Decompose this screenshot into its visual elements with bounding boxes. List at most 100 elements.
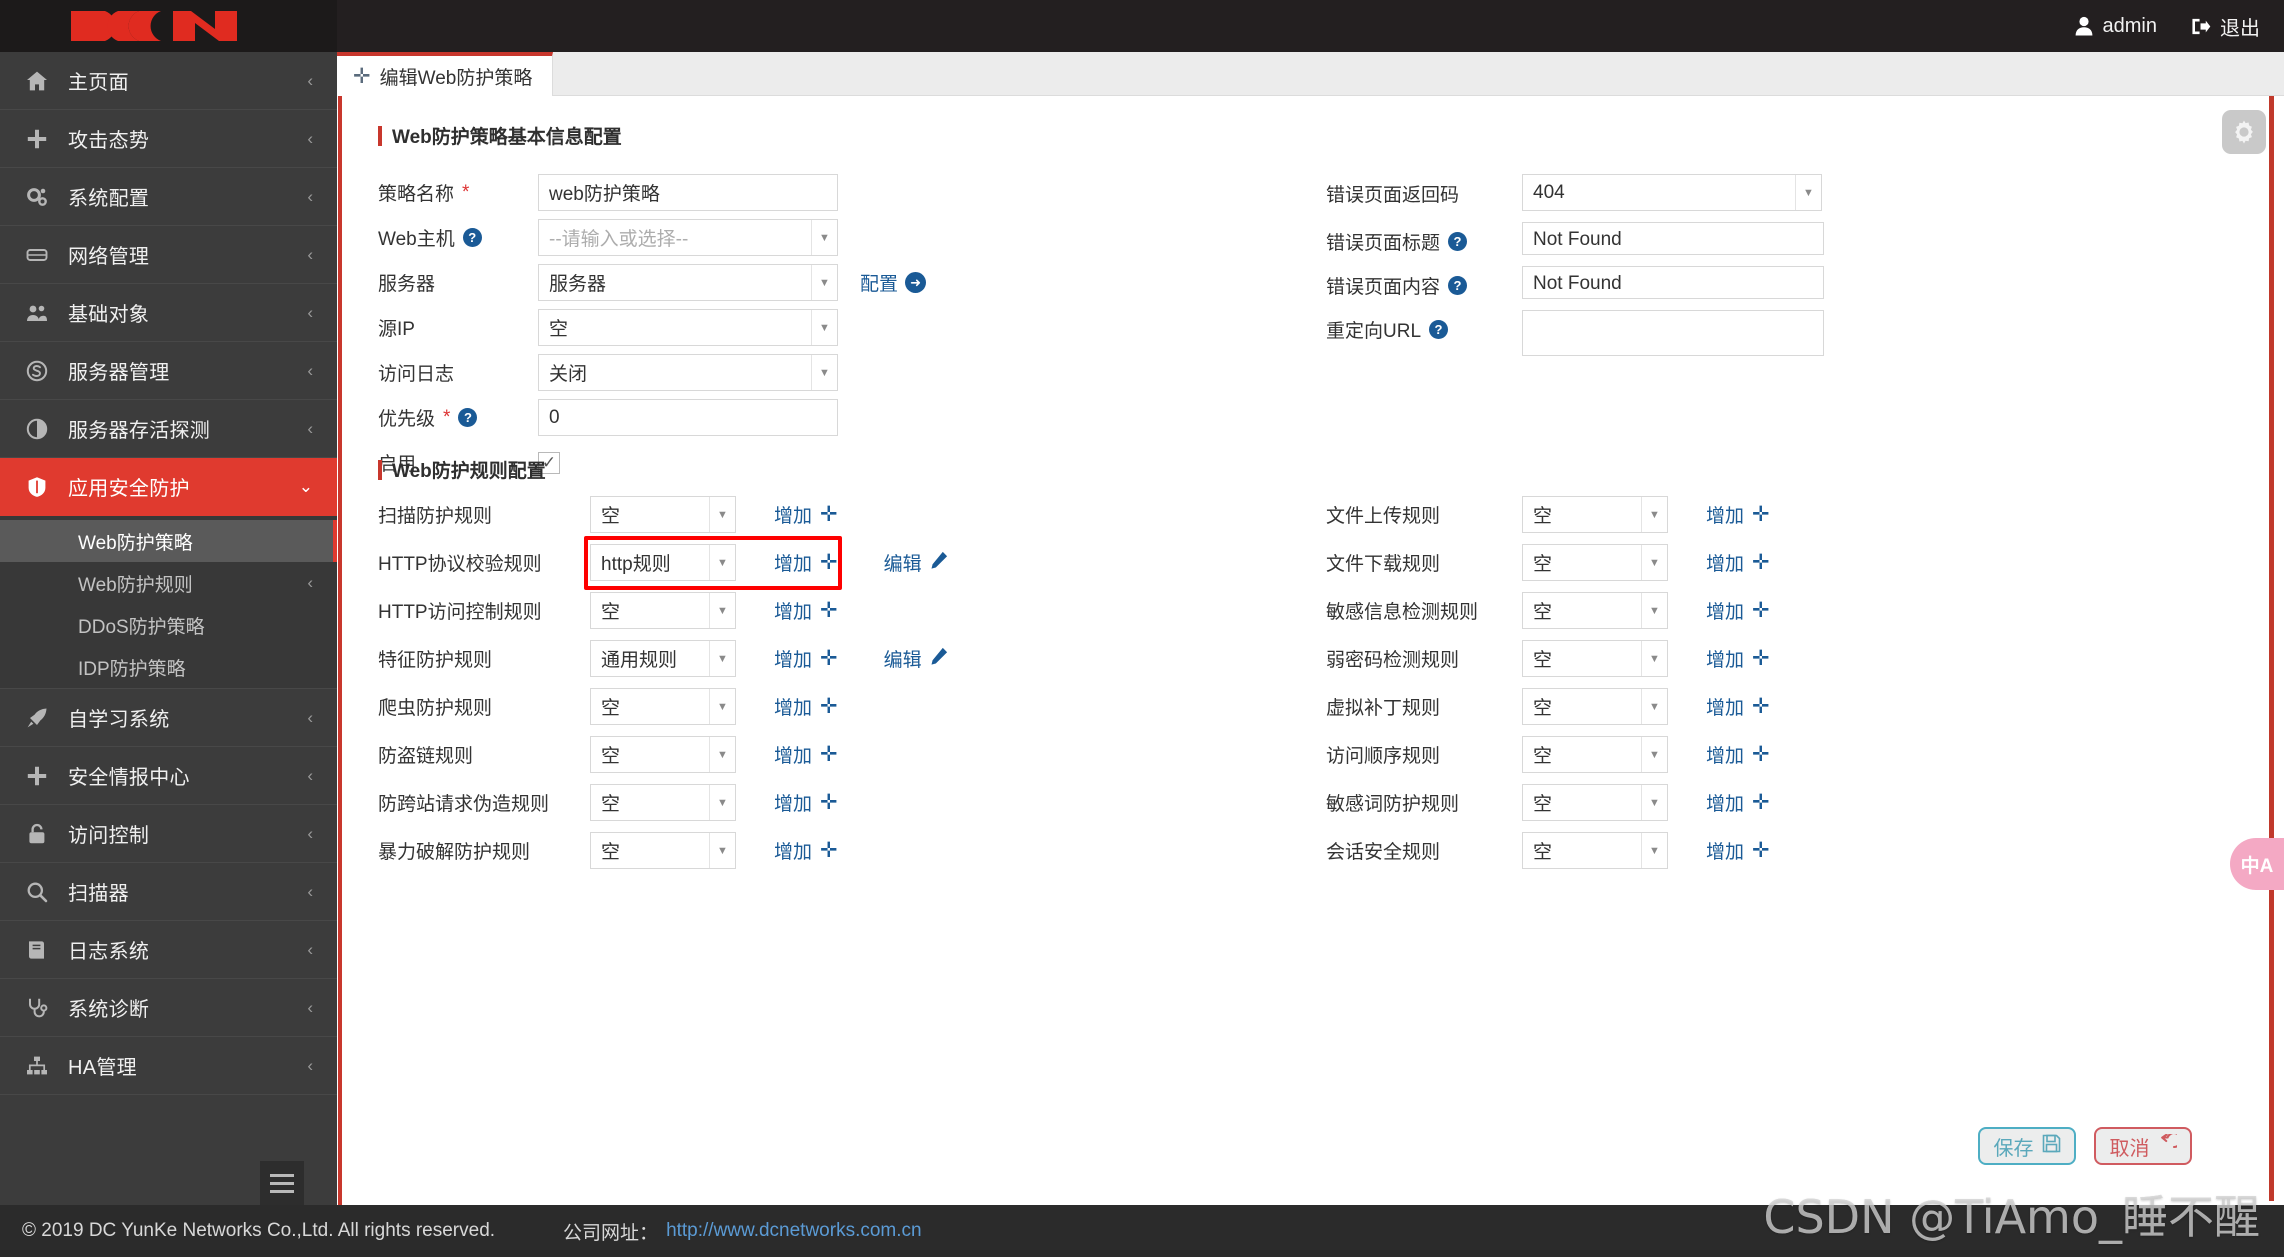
chevron-icon: ‹ bbox=[307, 1056, 313, 1075]
basic-section-title-text: Web防护策略基本信息配置 bbox=[392, 127, 622, 148]
sidebar-collapse-button[interactable] bbox=[260, 1161, 304, 1205]
gear-icon[interactable] bbox=[2222, 110, 2266, 154]
rule-add-link-6[interactable]: 增加 ✛ bbox=[774, 789, 838, 816]
sidebar-item-6[interactable]: 服务器存活探测 ‹ bbox=[0, 400, 337, 458]
sidebar-item-9[interactable]: 安全情报中心 ‹ bbox=[0, 747, 337, 805]
rule-add-link-2[interactable]: 增加 ✛ bbox=[1706, 597, 1770, 624]
rule-row: 弱密码检测规则空 ▼ 增加 ✛ bbox=[1326, 640, 2226, 677]
rule-edit-link-3[interactable]: 编辑 bbox=[884, 645, 948, 672]
rule-add-link-6[interactable]: 增加 ✛ bbox=[1706, 789, 1770, 816]
field-textarea-2[interactable]: Not Found bbox=[1522, 266, 1824, 299]
sidebar-item-14[interactable]: HA管理 ‹ bbox=[0, 1037, 337, 1095]
rule-add-link-5[interactable]: 增加 ✛ bbox=[774, 741, 838, 768]
rule-add-link-4[interactable]: 增加 ✛ bbox=[774, 693, 838, 720]
rule-add-link-1[interactable]: 增加 ✛ bbox=[1706, 549, 1770, 576]
sidebar-item-8[interactable]: 自学习系统 ‹ bbox=[0, 689, 337, 747]
rule-add-link-3[interactable]: 增加 ✛ bbox=[774, 645, 838, 672]
rule-add-link-0[interactable]: 增加 ✛ bbox=[1706, 501, 1770, 528]
rule-select-4[interactable]: 空 ▼ bbox=[590, 688, 736, 725]
field-label-text: 错误页面返回码 bbox=[1326, 185, 1460, 206]
rule-select-3[interactable]: 通用规则 ▼ bbox=[590, 640, 736, 677]
plus-icon: ✛ bbox=[1752, 599, 1770, 622]
rule-add-link-7[interactable]: 增加 ✛ bbox=[1706, 837, 1770, 864]
rule-select-0[interactable]: 空 ▼ bbox=[590, 496, 736, 533]
rule-select-0[interactable]: 空 ▼ bbox=[1522, 496, 1668, 533]
basic-field-row: 策略名称 * bbox=[378, 174, 1198, 211]
sidebar-item-5[interactable]: 服务器管理 ‹ bbox=[0, 342, 337, 400]
sidebar-subitem-2[interactable]: DDoS防护策略 bbox=[0, 604, 337, 646]
scrollbar-thumb[interactable] bbox=[2269, 96, 2274, 1201]
sidebar-subitem-3[interactable]: IDP防护策略 bbox=[0, 646, 337, 688]
rule-add-link-4[interactable]: 增加 ✛ bbox=[1706, 693, 1770, 720]
help-icon[interactable]: ? bbox=[458, 408, 478, 427]
translate-widget[interactable]: 中A bbox=[2230, 838, 2284, 890]
server-config-link[interactable]: 配置 ➜ bbox=[860, 269, 927, 296]
rule-label-3: 弱密码检测规则 bbox=[1326, 645, 1522, 672]
rule-add-link-5[interactable]: 增加 ✛ bbox=[1706, 741, 1770, 768]
field-select-2[interactable]: 服务器 ▼ bbox=[538, 264, 838, 301]
sidebar-subitem-1[interactable]: Web防护规则 ‹ bbox=[0, 562, 337, 604]
rule-add-link-1[interactable]: 增加 ✛ bbox=[774, 549, 838, 576]
rule-select-4[interactable]: 空 ▼ bbox=[1522, 688, 1668, 725]
rule-select-7[interactable]: 空 ▼ bbox=[590, 832, 736, 869]
rule-add-link-7[interactable]: 增加 ✛ bbox=[774, 837, 838, 864]
cancel-button[interactable]: 取消 bbox=[2094, 1127, 2192, 1165]
content-area: 中A Web防护策略基本信息配置 策略名称*Web主机?--请输入或选择--▼服… bbox=[337, 96, 2284, 1257]
rule-add-link-0[interactable]: 增加 ✛ bbox=[774, 501, 838, 528]
rule-select-1[interactable]: 空 ▼ bbox=[1522, 544, 1668, 581]
rule-select-1[interactable]: http规则 ▼ bbox=[590, 544, 736, 581]
sidebar-item-4[interactable]: 基础对象 ‹ bbox=[0, 284, 337, 342]
sidebar-item-2[interactable]: 系统配置 ‹ bbox=[0, 168, 337, 226]
field-select-1[interactable]: --请输入或选择-- ▼ bbox=[538, 219, 838, 256]
rule-label-text: 爬虫防护规则 bbox=[378, 698, 493, 719]
footer-site-link[interactable]: http://www.dcnetworks.com.cn bbox=[666, 1220, 922, 1242]
field-textarea-1[interactable]: Not Found bbox=[1522, 222, 1824, 255]
rule-select-6[interactable]: 空 ▼ bbox=[1522, 784, 1668, 821]
rule-select-3[interactable]: 空 ▼ bbox=[1522, 640, 1668, 677]
rule-select-5[interactable]: 空 ▼ bbox=[590, 736, 736, 773]
field-label-text: 重定向URL bbox=[1326, 321, 1422, 342]
user-menu[interactable]: admin bbox=[2074, 15, 2157, 38]
rule-add-link-3[interactable]: 增加 ✛ bbox=[1706, 645, 1770, 672]
rule-select-2[interactable]: 空 ▼ bbox=[1522, 592, 1668, 629]
chevron-down-icon: ▼ bbox=[1641, 641, 1667, 676]
select-value: 空 bbox=[1533, 602, 1553, 623]
plus-icon: ✛ bbox=[820, 551, 838, 574]
rule-label-text: 文件上传规则 bbox=[1326, 506, 1441, 527]
sidebar-item-3[interactable]: 网络管理 ‹ bbox=[0, 226, 337, 284]
field-select-4[interactable]: 关闭 ▼ bbox=[538, 354, 838, 391]
field-select-3[interactable]: 空 ▼ bbox=[538, 309, 838, 346]
rule-select-5[interactable]: 空 ▼ bbox=[1522, 736, 1668, 773]
help-icon[interactable]: ? bbox=[1448, 232, 1468, 251]
rule-edit-link-1[interactable]: 编辑 bbox=[884, 549, 948, 576]
brand-logo[interactable] bbox=[0, 0, 337, 52]
sidebar-item-7[interactable]: 应用安全防护 ⌄ bbox=[0, 458, 337, 516]
help-icon[interactable]: ? bbox=[1429, 320, 1449, 339]
help-icon[interactable]: ? bbox=[462, 228, 482, 247]
sidebar-item-13[interactable]: 系统诊断 ‹ bbox=[0, 979, 337, 1037]
redirect-url-textarea[interactable] bbox=[1522, 310, 1824, 356]
rule-select-7[interactable]: 空 ▼ bbox=[1522, 832, 1668, 869]
sidebar-item-11[interactable]: 扫描器 ‹ bbox=[0, 863, 337, 921]
field-input-5[interactable] bbox=[538, 399, 838, 436]
rule-label-3: 特征防护规则 bbox=[378, 645, 590, 672]
error-code-select[interactable]: 404 ▼ bbox=[1522, 174, 1822, 211]
sidebar-subitem-0[interactable]: Web防护策略 bbox=[0, 520, 337, 562]
chevron-down-icon: ▼ bbox=[709, 593, 735, 628]
rule-row: HTTP协议校验规则 http规则 ▼ 增加 ✛ 编辑 bbox=[378, 544, 1278, 581]
sidebar-item-1[interactable]: 攻击态势 ‹ bbox=[0, 110, 337, 168]
sidebar-item-10[interactable]: 访问控制 ‹ bbox=[0, 805, 337, 863]
help-icon[interactable]: ? bbox=[1448, 276, 1468, 295]
field-input-0[interactable] bbox=[538, 174, 838, 211]
logout-button[interactable]: 退出 bbox=[2191, 12, 2260, 41]
save-button[interactable]: 保存 bbox=[1978, 1127, 2076, 1165]
sidebar-item-0[interactable]: 主页面 ‹ bbox=[0, 52, 337, 110]
rule-select-2[interactable]: 空 ▼ bbox=[590, 592, 736, 629]
sidebar-item-12[interactable]: 日志系统 ‹ bbox=[0, 921, 337, 979]
tab-edit-web-policy[interactable]: ✛ 编辑Web防护策略 bbox=[337, 52, 554, 96]
app-root: admin 退出 主页面 ‹ 攻击态势 ‹ 系统配置 ‹ 网络管理 ‹ 基础对象 ‹ 服务器管理 ‹ 服… bbox=[0, 0, 2284, 1257]
save-icon bbox=[2042, 1134, 2061, 1159]
rule-add-link-2[interactable]: 增加 ✛ bbox=[774, 597, 838, 624]
rule-select-6[interactable]: 空 ▼ bbox=[590, 784, 736, 821]
field-label-text: 服务器 bbox=[378, 274, 436, 295]
